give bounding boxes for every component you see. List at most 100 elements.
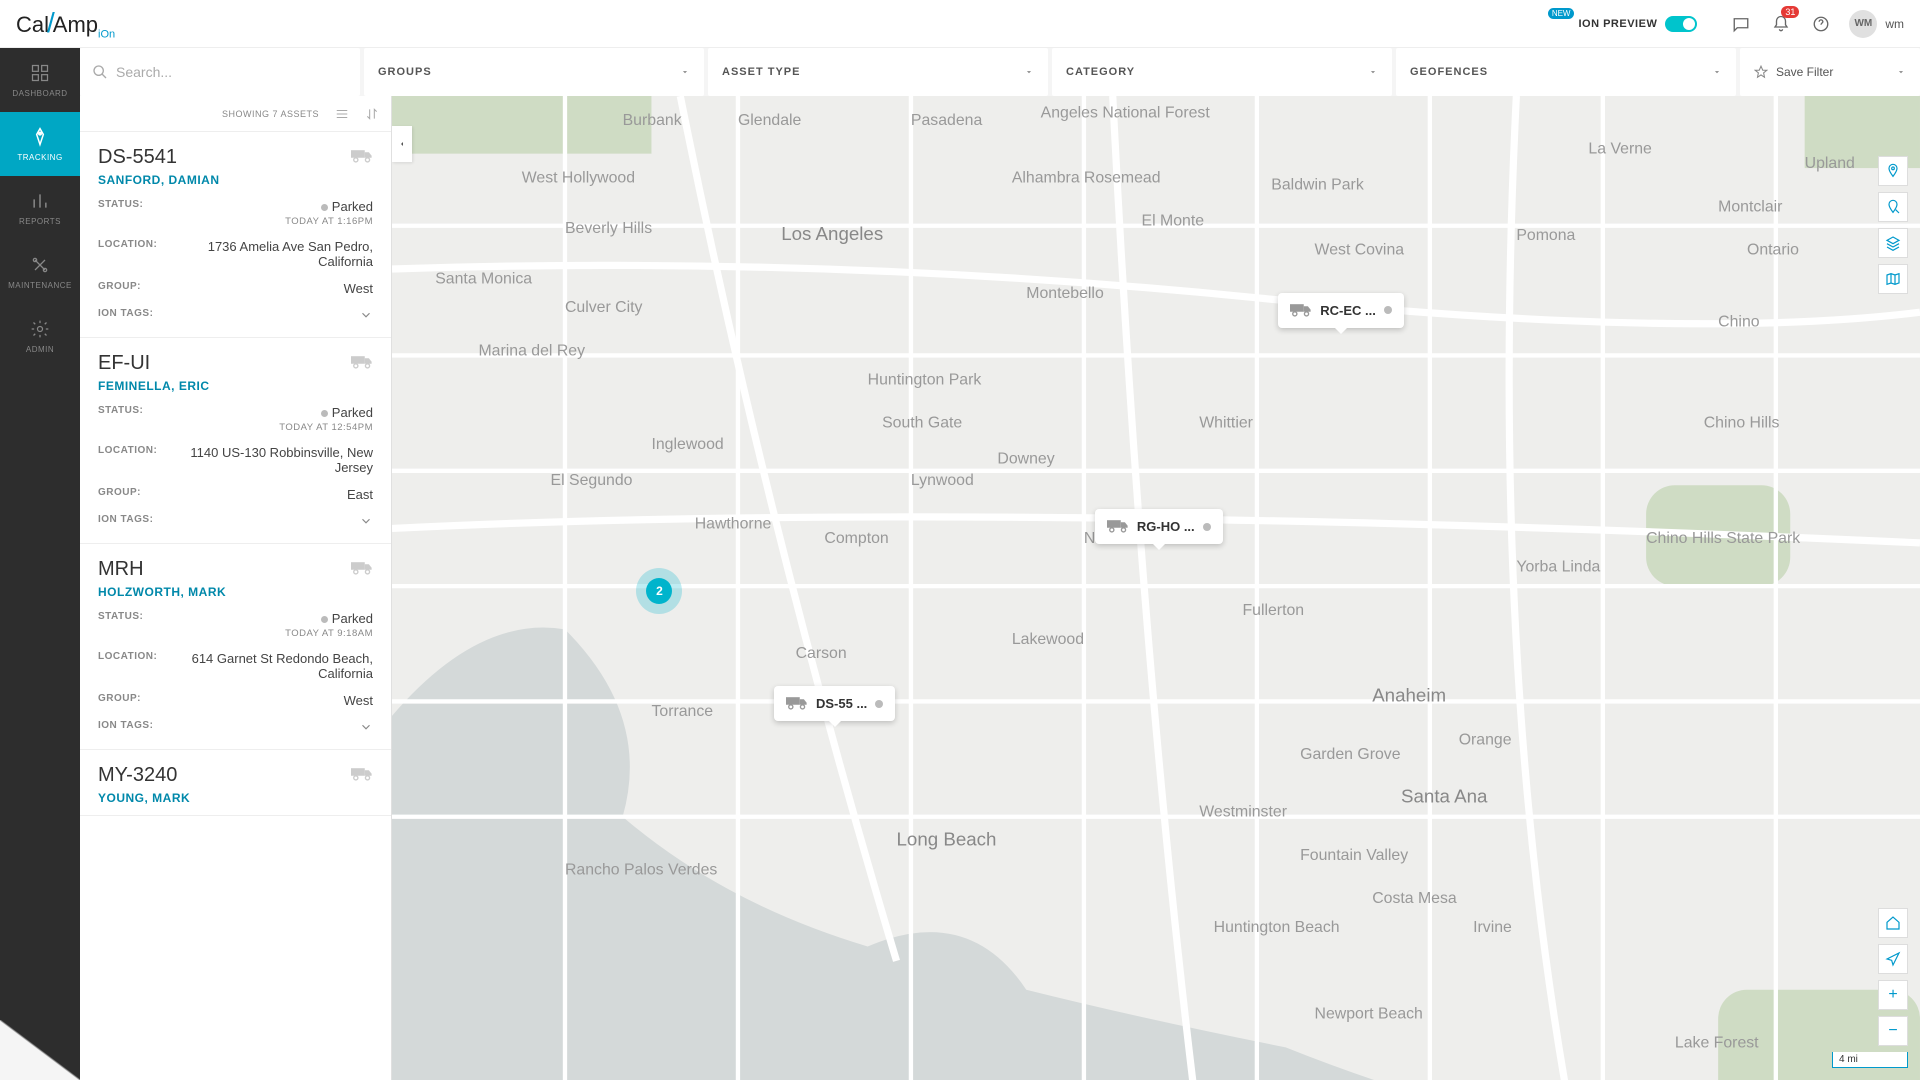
status-time: TODAY AT 12:54PM — [279, 422, 373, 433]
layers-tool[interactable] — [1878, 228, 1908, 258]
truck-icon — [351, 147, 373, 168]
status-label: STATUS: — [98, 199, 143, 210]
group-label: GROUP: — [98, 281, 141, 292]
pin-tool[interactable] — [1878, 156, 1908, 186]
svg-text:Glendale: Glendale — [738, 112, 802, 129]
svg-text:Pomona: Pomona — [1516, 227, 1575, 244]
svg-text:Alhambra: Alhambra — [1012, 169, 1080, 186]
maintenance-icon — [30, 255, 50, 275]
navigate-tool[interactable] — [1878, 944, 1908, 974]
map-type-tool[interactable] — [1878, 264, 1908, 294]
nav-admin[interactable]: ADMIN — [0, 304, 80, 368]
asset-count: SHOWING 7 ASSETS — [222, 109, 319, 119]
map-tools-bottom: + − 4 mi — [1832, 908, 1908, 1068]
chevron-down-icon — [1896, 67, 1906, 77]
chevron-down-icon — [1368, 67, 1378, 77]
ion-preview-label: ION PREVIEW — [1578, 18, 1657, 30]
asset-panel: SHOWING 7 ASSETS DS-5541 SANFORD, DAMIAN… — [80, 96, 392, 1080]
svg-text:Chino Hills: Chino Hills — [1704, 415, 1780, 432]
zoom-in[interactable]: + — [1878, 980, 1908, 1010]
tracking-icon — [30, 127, 50, 147]
collapse-panel-button[interactable] — [392, 126, 412, 162]
svg-text:Chino Hills State Park: Chino Hills State Park — [1646, 530, 1800, 547]
chevron-down-icon[interactable] — [359, 308, 373, 327]
svg-text:Montebello: Montebello — [1026, 285, 1104, 302]
logo: Cal/AmpiOn — [16, 7, 115, 40]
zoom-out[interactable]: − — [1878, 1016, 1908, 1046]
asset-card[interactable]: MRH HOLZWORTH, MARK STATUS:ParkedTODAY A… — [80, 544, 391, 750]
svg-text:Pasadena: Pasadena — [911, 112, 983, 129]
save-filter-button[interactable]: Save Filter — [1740, 48, 1920, 96]
map-marker[interactable]: RC-EC ... — [1278, 293, 1404, 328]
search-box[interactable] — [80, 48, 360, 96]
chevron-down-icon — [1712, 67, 1722, 77]
status-value: Parked — [285, 199, 373, 214]
filterbar: GROUPS ASSET TYPE CATEGORY GEOFENCES Sav… — [0, 48, 1920, 96]
nav-dashboard[interactable]: DASHBOARD — [0, 48, 80, 112]
nav-tracking[interactable]: TRACKING — [0, 112, 80, 176]
nav-reports[interactable]: REPORTS — [0, 176, 80, 240]
ion-preview-toggle[interactable] — [1665, 16, 1697, 32]
status-value: Parked — [279, 405, 373, 420]
status-time: TODAY AT 1:16PM — [285, 216, 373, 227]
svg-text:Angeles National Forest: Angeles National Forest — [1041, 105, 1211, 122]
sort-icon[interactable] — [365, 107, 379, 121]
svg-text:Hawthorne: Hawthorne — [695, 515, 772, 532]
asset-id: MRH — [98, 558, 144, 581]
filter-asset-type[interactable]: ASSET TYPE — [708, 48, 1048, 96]
locate-tool[interactable] — [1878, 192, 1908, 222]
home-tool[interactable] — [1878, 908, 1908, 938]
truck-icon — [351, 353, 373, 374]
nav-maintenance[interactable]: MAINTENANCE — [0, 240, 80, 304]
svg-text:West Hollywood: West Hollywood — [522, 169, 635, 186]
status-label: STATUS: — [98, 611, 143, 622]
svg-text:Long Beach: Long Beach — [897, 829, 997, 850]
chevron-down-icon[interactable] — [359, 514, 373, 533]
avatar[interactable]: WM — [1849, 10, 1877, 38]
truck-icon — [351, 765, 373, 786]
asset-list[interactable]: DS-5541 SANFORD, DAMIAN STATUS:ParkedTOD… — [80, 132, 391, 1080]
filter-geofences[interactable]: GEOFENCES — [1396, 48, 1736, 96]
svg-text:Downey: Downey — [997, 451, 1054, 468]
scale-bar: 4 mi — [1832, 1052, 1908, 1068]
cluster-count: 2 — [646, 578, 672, 604]
chat-icon[interactable] — [1725, 8, 1757, 40]
iontags-label: ION TAGS: — [98, 720, 153, 731]
notification-count: 31 — [1781, 6, 1799, 18]
svg-text:Huntington Park: Huntington Park — [868, 371, 982, 388]
svg-text:Fountain Valley: Fountain Valley — [1300, 847, 1408, 864]
filter-category[interactable]: CATEGORY — [1052, 48, 1392, 96]
svg-text:Whittier: Whittier — [1199, 415, 1253, 432]
chevron-down-icon — [680, 67, 690, 77]
svg-text:West Covina: West Covina — [1315, 242, 1405, 259]
map-marker[interactable]: DS-55 ... — [774, 686, 895, 721]
asset-card[interactable]: EF-UI FEMINELLA, ERIC STATUS:ParkedTODAY… — [80, 338, 391, 544]
svg-text:Lakewood: Lakewood — [1012, 631, 1084, 648]
topbar: Cal/AmpiOn NEW ION PREVIEW 31 WM wm — [0, 0, 1920, 48]
location-label: LOCATION: — [98, 445, 157, 456]
group-value: West — [344, 281, 373, 296]
list-view-icon[interactable] — [335, 107, 349, 121]
filter-groups[interactable]: GROUPS — [364, 48, 704, 96]
asset-card[interactable]: DS-5541 SANFORD, DAMIAN STATUS:ParkedTOD… — [80, 132, 391, 338]
status-time: TODAY AT 9:18AM — [285, 628, 373, 639]
svg-text:Santa Ana: Santa Ana — [1401, 785, 1488, 806]
search-input[interactable] — [116, 64, 348, 80]
map-marker[interactable]: RG-HO ... — [1095, 509, 1223, 544]
location-label: LOCATION: — [98, 651, 157, 662]
svg-text:Culver City: Culver City — [565, 299, 643, 316]
chevron-down-icon[interactable] — [359, 720, 373, 739]
svg-text:South Gate: South Gate — [882, 415, 962, 432]
status-dot — [1203, 523, 1211, 531]
status-dot — [875, 700, 883, 708]
help-icon[interactable] — [1805, 8, 1837, 40]
location-label: LOCATION: — [98, 239, 157, 250]
svg-text:Costa Mesa: Costa Mesa — [1372, 890, 1457, 907]
svg-text:Santa Monica: Santa Monica — [435, 270, 532, 287]
truck-icon — [1290, 301, 1312, 320]
asset-operator: YOUNG, MARK — [98, 791, 373, 805]
marker-label: RC-EC ... — [1320, 303, 1376, 318]
bell-icon[interactable]: 31 — [1765, 8, 1797, 40]
asset-card[interactable]: MY-3240 YOUNG, MARK — [80, 750, 391, 816]
map[interactable]: Los Angeles Long Beach Anaheim Santa Ana… — [392, 96, 1920, 1080]
